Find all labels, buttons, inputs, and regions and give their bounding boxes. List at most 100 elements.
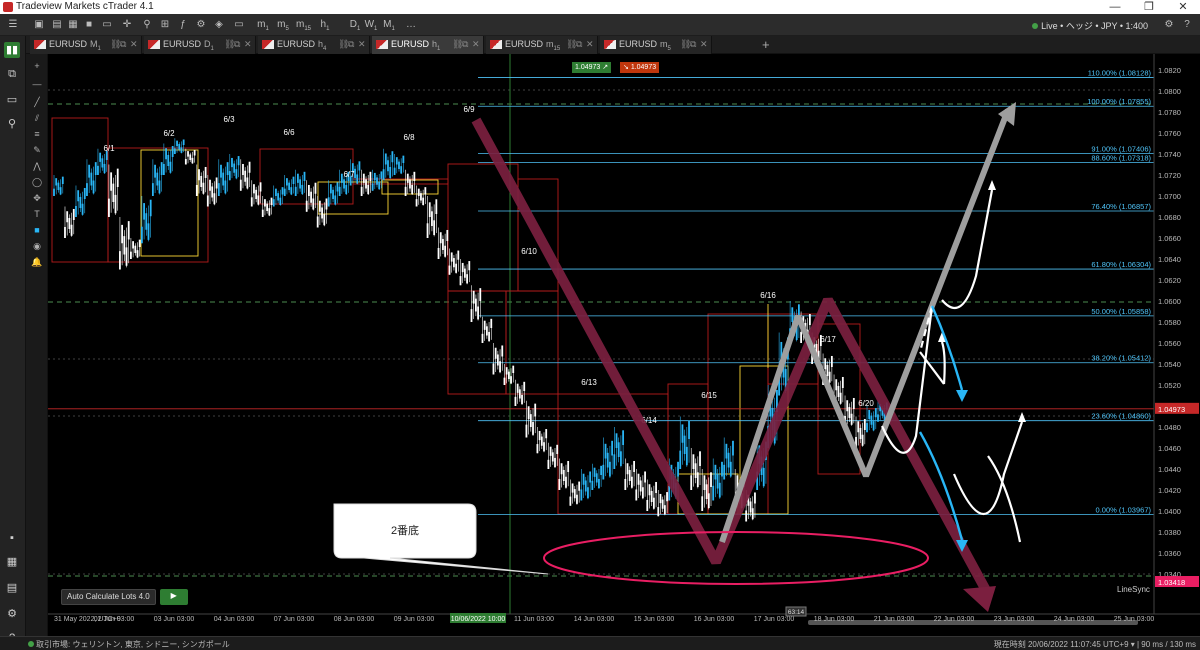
detach-icon[interactable]: ⧉ xyxy=(348,39,354,50)
chart-tab[interactable]: EURUSD m15 ⛓ ⧉ ✕ xyxy=(486,36,598,54)
automate-icon[interactable]: ▭ xyxy=(4,92,20,108)
grid-icon[interactable]: ⊞ xyxy=(158,18,172,32)
settings-icon[interactable]: ⚙ xyxy=(1162,18,1176,32)
detach-icon[interactable]: ⧉ xyxy=(234,39,240,50)
crosshair-icon[interactable]: ✛ xyxy=(120,18,134,32)
candle-body xyxy=(92,180,95,194)
price-chart[interactable]: 110.00% (1.08128) 100.00% (1.07855) 91.00%… xyxy=(48,54,1200,636)
minimize-button[interactable]: — xyxy=(1098,0,1132,14)
candle-body xyxy=(250,197,253,207)
tf-m15-button[interactable]: m15 xyxy=(296,18,311,32)
menu-icon[interactable]: ☰ xyxy=(6,18,20,32)
candle-body xyxy=(681,424,684,443)
candle-body xyxy=(567,460,570,472)
single-chart-icon[interactable]: ■ xyxy=(82,18,96,32)
candle-body xyxy=(398,161,400,169)
chart-tab[interactable]: EURUSD h1 ⛓ ⧉ ✕ xyxy=(372,36,484,54)
new-chart-icon[interactable]: ▣ xyxy=(32,18,46,32)
chart-list-icon[interactable]: ▤ xyxy=(50,18,64,32)
chart-tab[interactable]: EURUSD m5 ⛓ ⧉ ✕ xyxy=(600,36,712,54)
rectangle-tool-icon[interactable]: ■ xyxy=(30,224,44,237)
briefcase-icon[interactable]: ▪ xyxy=(4,530,20,546)
tf-m1-button[interactable]: m1 xyxy=(256,18,270,32)
candle-body xyxy=(204,166,207,178)
play-button[interactable]: ▶ xyxy=(159,589,188,605)
help-icon[interactable]: ? xyxy=(1180,18,1194,32)
trendline-icon[interactable]: ╱ xyxy=(30,96,44,109)
layers-icon[interactable]: ◈ xyxy=(212,18,226,32)
price-tick: 1.0740 xyxy=(1158,150,1181,159)
tf-d1-button[interactable]: D1 xyxy=(348,18,362,32)
sell-quote[interactable]: ↘ 1.04973 xyxy=(620,62,660,73)
candle-body xyxy=(481,333,484,343)
layout-icon[interactable]: ▦ xyxy=(66,18,80,32)
alert-icon[interactable]: 🔔 xyxy=(30,256,44,269)
tf-label: M xyxy=(383,19,392,30)
chart-tab[interactable]: EURUSD h4 ⛓ ⧉ ✕ xyxy=(258,36,370,54)
eye-icon[interactable]: ◉ xyxy=(30,240,44,253)
candle-body xyxy=(345,184,348,195)
maximize-button[interactable]: ❐ xyxy=(1132,0,1166,14)
analyze-icon[interactable]: ⚲ xyxy=(4,116,20,132)
candle-body xyxy=(316,216,319,228)
text-tool-icon[interactable]: T xyxy=(30,208,44,221)
close-tab-icon[interactable]: ✕ xyxy=(586,39,594,50)
cbot-icon[interactable]: ⚙ xyxy=(194,18,208,32)
candle-body xyxy=(754,492,756,504)
detach-icon[interactable]: ⧉ xyxy=(690,39,696,50)
indicator-icon[interactable]: ƒ xyxy=(176,18,190,32)
candle-body xyxy=(253,184,255,194)
more-icon[interactable]: … xyxy=(404,18,418,32)
monitor-icon[interactable]: ▭ xyxy=(232,18,246,32)
candle-body xyxy=(448,265,451,275)
candle-body xyxy=(457,250,460,260)
candle-body xyxy=(180,147,183,153)
candle-body xyxy=(828,371,831,383)
chart-tab[interactable]: EURUSD D1 ⛓ ⧉ ✕ xyxy=(144,36,256,54)
pen-icon[interactable]: ✎ xyxy=(30,144,44,157)
settings-gear-icon[interactable]: ⚙ xyxy=(4,606,20,622)
close-tab-icon[interactable]: ✕ xyxy=(244,39,252,50)
buy-quote[interactable]: 1.04973 ↗ xyxy=(572,62,612,73)
tf-m5-button[interactable]: m5 xyxy=(276,18,290,32)
horizontal-line-icon[interactable]: — xyxy=(30,78,44,91)
tf-label: m xyxy=(257,19,266,30)
candle-body xyxy=(61,176,64,184)
fibonacci-icon[interactable]: ≡ xyxy=(30,128,44,141)
zoom-icon[interactable]: ⚲ xyxy=(140,18,154,32)
close-tab-icon[interactable]: ✕ xyxy=(472,39,480,50)
calendar-icon[interactable]: ▦ xyxy=(4,554,20,570)
detach-icon[interactable]: ⧉ xyxy=(462,39,468,50)
candle-body xyxy=(165,148,167,160)
ellipse-icon[interactable]: ◯ xyxy=(30,176,44,189)
chart-template-icon[interactable]: ▭ xyxy=(100,18,114,32)
time-tick: 09 Jun 03:00 xyxy=(394,616,435,623)
pattern-icon[interactable]: ⋀ xyxy=(30,160,44,173)
chart-canvas[interactable]: 110.00% (1.08128) 100.00% (1.07855) 91.00%… xyxy=(48,54,1200,636)
detach-icon[interactable]: ⧉ xyxy=(120,39,126,50)
candle-body xyxy=(630,476,633,488)
chart-tab[interactable]: EURUSD M1 ⛓ ⧉ ✕ xyxy=(30,36,142,54)
candle-body xyxy=(503,377,506,385)
close-tab-icon[interactable]: ✕ xyxy=(700,39,708,50)
tf-h1-button[interactable]: h1 xyxy=(318,18,332,32)
candle-body xyxy=(584,480,587,492)
trade-icon[interactable]: ▮▮ xyxy=(4,42,20,58)
tf-mn1-button[interactable]: M1 xyxy=(382,18,396,32)
copy-icon[interactable]: ⧉ xyxy=(4,66,20,82)
news-icon[interactable]: ▤ xyxy=(4,580,20,596)
candle-body xyxy=(666,492,668,502)
arrow-tool-icon[interactable]: ✥ xyxy=(30,192,44,205)
tf-w1-button[interactable]: W1 xyxy=(364,18,378,32)
crosshair-tool-icon[interactable]: + xyxy=(30,60,44,73)
close-tab-icon[interactable]: ✕ xyxy=(358,39,366,50)
close-tab-icon[interactable]: ✕ xyxy=(130,39,138,50)
detach-icon[interactable]: ⧉ xyxy=(576,39,582,50)
candle-body xyxy=(694,463,697,478)
channel-icon[interactable]: ⫽ xyxy=(30,112,44,125)
day-label: 6/6 xyxy=(283,128,295,137)
auto-calc-label[interactable]: Auto Calculate Lots 4.0 xyxy=(61,589,156,605)
close-button[interactable]: ✕ xyxy=(1166,0,1200,14)
add-tab-button[interactable]: + xyxy=(762,37,770,52)
account-status[interactable]: Live • ヘッジ • JPY • 1:400 xyxy=(1032,19,1148,32)
